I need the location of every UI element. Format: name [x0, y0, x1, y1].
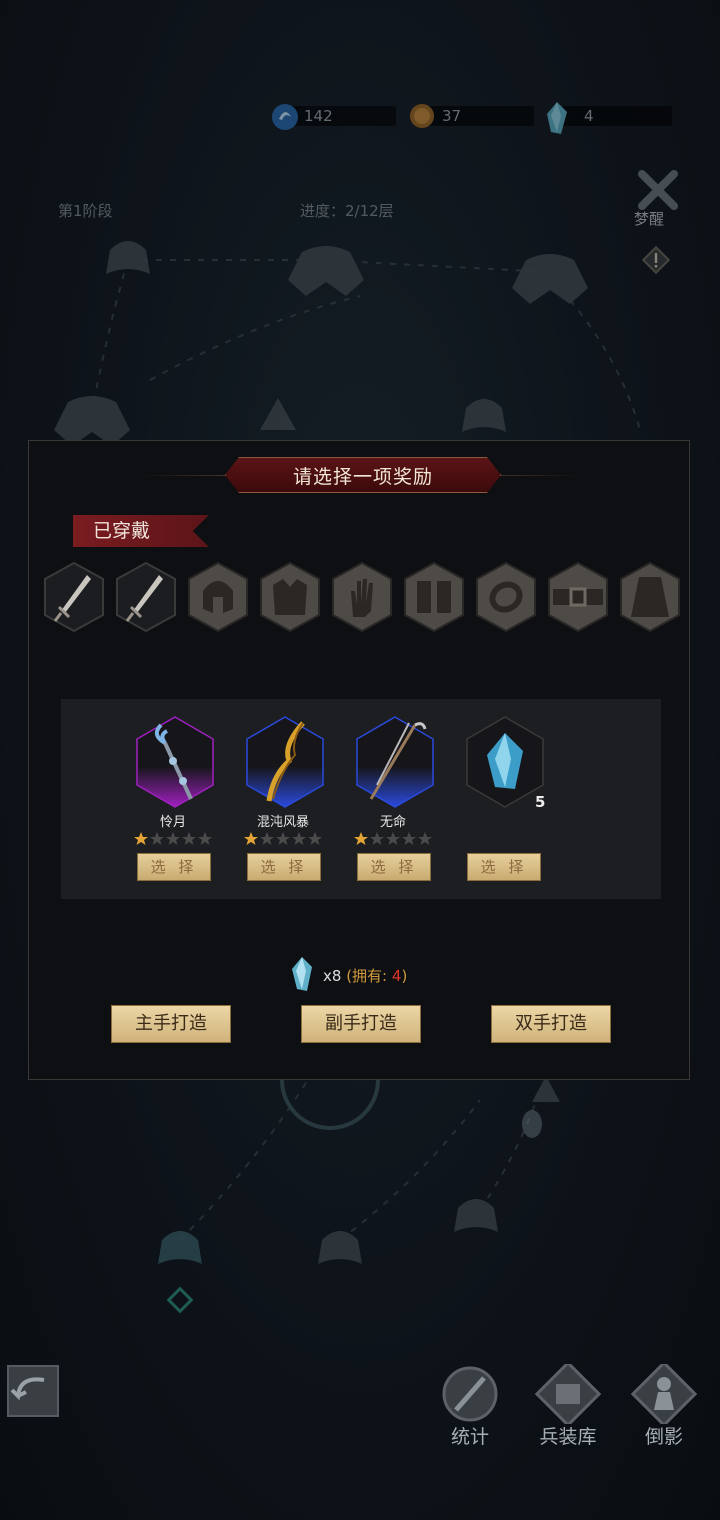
- shield-sword-icon: [442, 1366, 498, 1422]
- star-icon: [134, 832, 148, 845]
- reward-card[interactable]: 5 选 择: [463, 715, 555, 885]
- cost-times: x8: [323, 967, 342, 985]
- star-rating: [353, 831, 437, 847]
- select-button[interactable]: 选 择: [357, 853, 431, 881]
- off-hand-forge-button[interactable]: 副手打造: [301, 1005, 421, 1043]
- own-value: 4: [391, 967, 402, 985]
- reward-frame: [356, 716, 434, 808]
- dialog-title: 请选择一项奖励: [225, 457, 501, 493]
- slot-cloak[interactable]: [619, 561, 681, 633]
- reward-card[interactable]: 怜月 选 择: [133, 715, 225, 885]
- select-button[interactable]: 选 择: [137, 853, 211, 881]
- reward-frame: [136, 716, 214, 808]
- reward-count: 5: [535, 793, 546, 811]
- reflection-button[interactable]: 倒影: [624, 1360, 704, 1454]
- star-rating: [133, 831, 217, 847]
- slot-gloves[interactable]: [331, 561, 393, 633]
- equipped-label: 已穿戴: [73, 515, 209, 547]
- reward-name: 怜月: [159, 815, 186, 830]
- slot-belt[interactable]: [547, 561, 609, 633]
- reward-frame: [246, 716, 324, 808]
- stats-label: 统计: [450, 1426, 489, 1448]
- slot-armor[interactable]: [259, 561, 321, 633]
- armory-label: 兵装库: [539, 1426, 597, 1448]
- book-icon: [534, 1360, 602, 1428]
- slot-helmet[interactable]: [187, 561, 249, 633]
- two-hand-forge-button[interactable]: 双手打造: [491, 1005, 611, 1043]
- stats-button[interactable]: 统计: [430, 1364, 510, 1454]
- star-rating: [243, 831, 327, 847]
- reward-options: 怜月 选 择 混沌风暴 选 择 无命 选 择 5 选 择: [61, 699, 661, 899]
- reward-name: 无命: [379, 815, 406, 830]
- equipment-slots: [43, 561, 683, 637]
- reward-card[interactable]: 混沌风暴 选 择: [243, 715, 335, 885]
- back-icon[interactable]: [0, 1358, 66, 1424]
- main-hand-forge-button[interactable]: 主手打造: [111, 1005, 231, 1043]
- belt-icon: [553, 587, 603, 607]
- reward-dialog: 请选择一项奖励 已穿戴 怜月 选 择 混沌风暴 选 择 无命 选 择 5 选 择…: [28, 440, 690, 1080]
- select-button[interactable]: 选 择: [247, 853, 321, 881]
- slot-main-weapon[interactable]: [43, 561, 105, 633]
- armory-button[interactable]: 兵装库: [528, 1360, 608, 1454]
- star-icon: [244, 832, 258, 845]
- reflection-label: 倒影: [644, 1426, 683, 1448]
- figure-icon: [630, 1360, 698, 1428]
- cost-text: x8 (拥有: 4): [323, 965, 407, 986]
- own-prefix: (拥有:: [346, 967, 392, 985]
- star-icon: [354, 832, 368, 845]
- reward-card[interactable]: 无命 选 择: [353, 715, 445, 885]
- own-suffix: ): [401, 967, 408, 985]
- reward-name: 混沌风暴: [256, 815, 309, 830]
- select-button[interactable]: 选 择: [467, 853, 541, 881]
- slot-off-weapon[interactable]: [115, 561, 177, 633]
- forge-cost: x8 (拥有: 4): [291, 957, 407, 991]
- slot-boots[interactable]: [403, 561, 465, 633]
- slot-ring[interactable]: [475, 561, 537, 633]
- crystal-icon: [292, 957, 312, 991]
